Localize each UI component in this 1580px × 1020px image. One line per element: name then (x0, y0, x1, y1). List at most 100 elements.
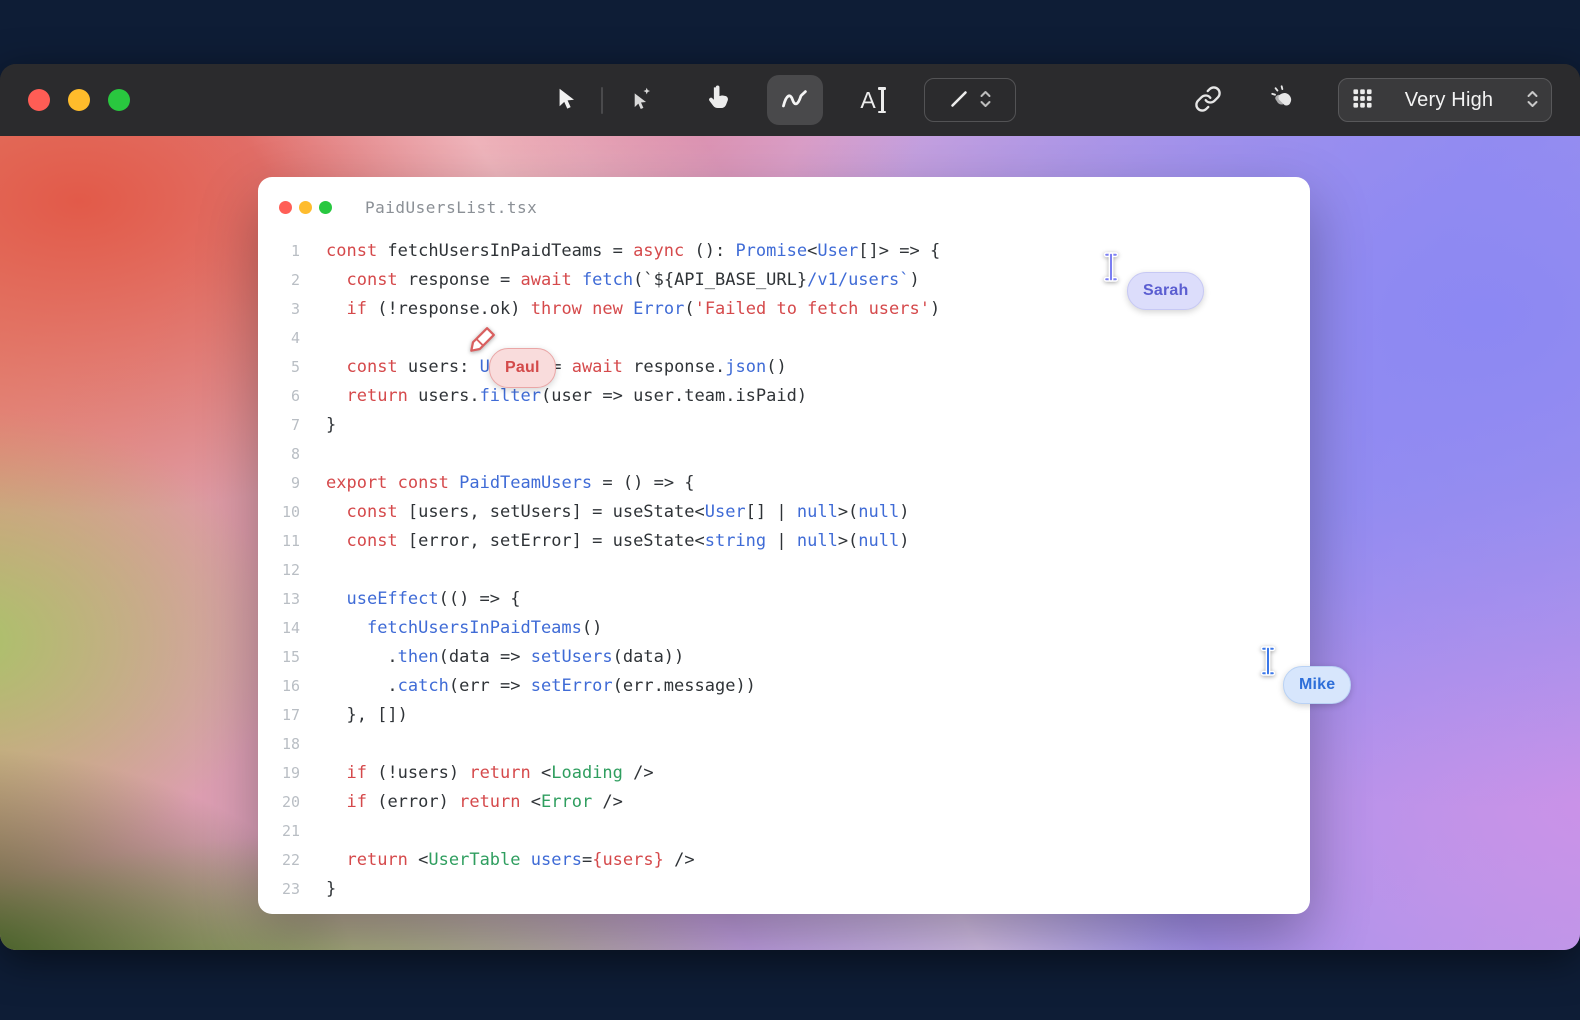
stroke-width-icon (949, 89, 969, 112)
code-text: return <UserTable users={users} /> (326, 846, 695, 875)
code-line[interactable]: 13 useEffect(() => { (258, 585, 1310, 614)
toolbar: A (0, 64, 1580, 136)
hand-point-icon (705, 84, 732, 116)
code-text: const fetchUsersInPaidTeams = async (): … (326, 237, 940, 266)
editor-close-button[interactable] (279, 201, 292, 214)
toolbar-divider (601, 87, 603, 114)
code-line[interactable]: 14 fetchUsersInPaidTeams() (258, 614, 1310, 643)
clap-tool-button[interactable] (1262, 78, 1306, 122)
code-line[interactable]: 16 .catch(err => setError(err.message)) (258, 672, 1310, 701)
code-line[interactable]: 18 (258, 730, 1310, 759)
code-line[interactable]: 6 return users.filter(user => user.team.… (258, 382, 1310, 411)
line-number: 21 (258, 817, 326, 846)
code-text: const [users, setUsers] = useState<User[… (326, 498, 910, 527)
link-tool-button[interactable] (1186, 78, 1230, 122)
code-line[interactable]: 2 const response = await fetch(`${API_BA… (258, 266, 1310, 295)
line-number: 7 (258, 411, 326, 440)
clap-hands-icon (1269, 84, 1299, 117)
cursor-sparkle-icon (627, 85, 654, 115)
code-text: const users: User[] = await response.jso… (326, 353, 787, 382)
line-number: 16 (258, 672, 326, 701)
line-number: 10 (258, 498, 326, 527)
draw-tool-button[interactable] (767, 75, 823, 125)
code-text: } (326, 875, 336, 904)
code-line[interactable]: 4 (258, 324, 1310, 353)
code-line[interactable]: 9export const PaidTeamUsers = () => { (258, 469, 1310, 498)
line-number: 14 (258, 614, 326, 643)
code-text: .then(data => setUsers(data)) (326, 643, 684, 672)
text-ai-icon: A (860, 87, 883, 113)
quality-stepper-chevrons-icon (1526, 88, 1539, 113)
close-button[interactable] (28, 89, 50, 111)
text-tool-button[interactable]: A (850, 78, 894, 122)
code-text: const response = await fetch(`${API_BASE… (326, 266, 920, 295)
filename: PaidUsersList.tsx (365, 198, 537, 217)
code-line[interactable]: 15 .then(data => setUsers(data)) (258, 643, 1310, 672)
line-number: 3 (258, 295, 326, 324)
stepper-chevrons-icon (979, 88, 992, 113)
code-text: } (326, 411, 336, 440)
code-line[interactable]: 21 (258, 817, 1310, 846)
editor-titlebar: PaidUsersList.tsx (258, 177, 1310, 237)
line-number: 9 (258, 469, 326, 498)
line-number: 23 (258, 875, 326, 904)
line-number: 15 (258, 643, 326, 672)
code-text: useEffect(() => { (326, 585, 521, 614)
code-line[interactable]: 22 return <UserTable users={users} /> (258, 846, 1310, 875)
line-number: 8 (258, 440, 326, 469)
code-text: return users.filter(user => user.team.is… (326, 382, 807, 411)
zoom-button[interactable] (108, 89, 130, 111)
code-text: .catch(err => setError(err.message)) (326, 672, 756, 701)
code-line[interactable]: 19 if (!users) return <Loading /> (258, 759, 1310, 788)
line-number: 5 (258, 353, 326, 382)
line-number: 11 (258, 527, 326, 556)
code-text: const [error, setError] = useState<strin… (326, 527, 910, 556)
app-traffic-lights (28, 89, 130, 111)
code-text: export const PaidTeamUsers = () => { (326, 469, 695, 498)
code-text: }, []) (326, 701, 408, 730)
editor-minimize-button[interactable] (299, 201, 312, 214)
line-number: 20 (258, 788, 326, 817)
code-line[interactable]: 23} (258, 875, 1310, 904)
screen-share-app-window: A (0, 64, 1580, 950)
line-number: 6 (258, 382, 326, 411)
line-number: 1 (258, 237, 326, 266)
quality-label: Very High (1382, 89, 1516, 112)
cursor-arrow-icon (553, 86, 577, 115)
quality-selector[interactable]: Very High (1338, 78, 1552, 122)
text-tool-glyph: A (860, 89, 875, 112)
code-line[interactable]: 8 (258, 440, 1310, 469)
line-number: 22 (258, 846, 326, 875)
line-number: 12 (258, 556, 326, 585)
editor-zoom-button[interactable] (319, 201, 332, 214)
code-text: if (error) return <Error /> (326, 788, 623, 817)
code-line[interactable]: 3 if (!response.ok) throw new Error('Fai… (258, 295, 1310, 324)
stroke-width-control[interactable] (924, 78, 1016, 122)
code-text: if (!users) return <Loading /> (326, 759, 654, 788)
code-line[interactable]: 7} (258, 411, 1310, 440)
point-tool-button[interactable] (696, 78, 740, 122)
code-line[interactable]: 20 if (error) return <Error /> (258, 788, 1310, 817)
minimize-button[interactable] (68, 89, 90, 111)
code-lines: 1const fetchUsersInPaidTeams = async ():… (258, 237, 1310, 904)
code-text: if (!response.ok) throw new Error('Faile… (326, 295, 940, 324)
code-line[interactable]: 10 const [users, setUsers] = useState<Us… (258, 498, 1310, 527)
code-line[interactable]: 1const fetchUsersInPaidTeams = async ():… (258, 237, 1310, 266)
scribble-pen-icon (780, 86, 810, 115)
code-line[interactable]: 17 }, []) (258, 701, 1310, 730)
line-number: 19 (258, 759, 326, 788)
code-line[interactable]: 11 const [error, setError] = useState<st… (258, 527, 1310, 556)
code-line[interactable]: 5 const users: User[] = await response.j… (258, 353, 1310, 382)
text-ibeam-icon (881, 87, 884, 113)
code-line[interactable]: 12 (258, 556, 1310, 585)
grid-icon (1353, 89, 1372, 111)
collab-cursor-tool-button[interactable] (618, 78, 662, 122)
chain-link-icon (1194, 85, 1222, 116)
line-number: 18 (258, 730, 326, 759)
line-number: 2 (258, 266, 326, 295)
line-number: 13 (258, 585, 326, 614)
code-editor-window: PaidUsersList.tsx 1const fetchUsersInPai… (258, 177, 1310, 914)
pointer-tool-button[interactable] (543, 78, 587, 122)
code-text: fetchUsersInPaidTeams() (326, 614, 602, 643)
desktop-wallpaper: PaidUsersList.tsx 1const fetchUsersInPai… (0, 136, 1580, 950)
